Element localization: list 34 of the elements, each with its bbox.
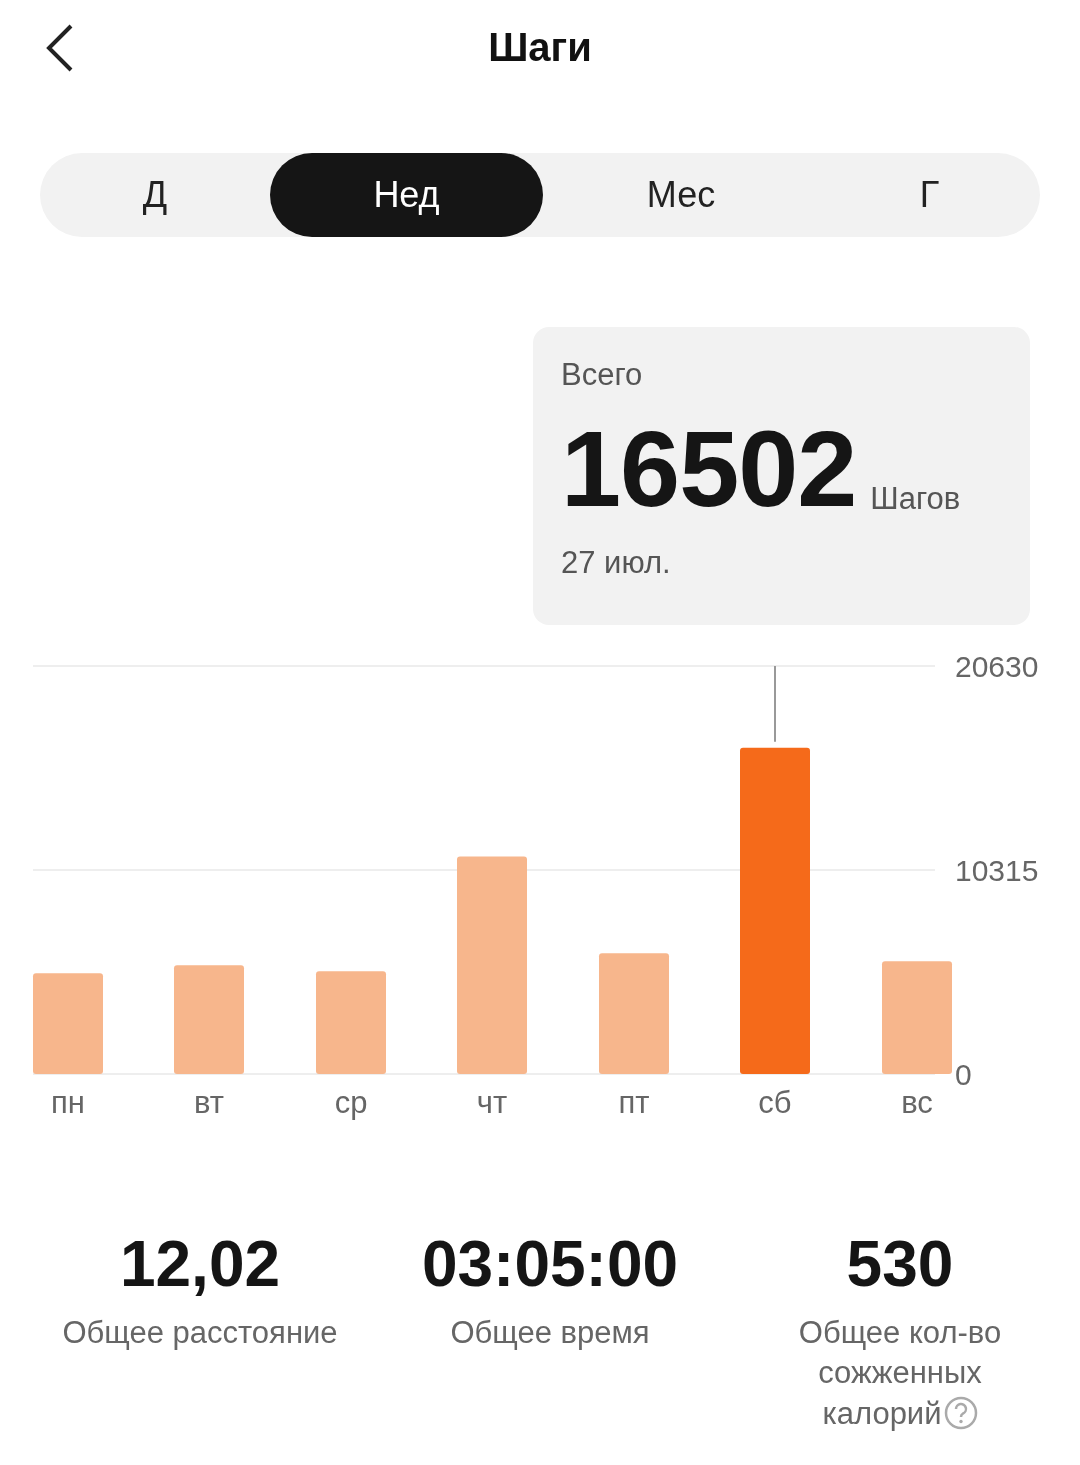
period-tab[interactable]: Г — [819, 153, 1040, 237]
summary-date: 27 июл. — [561, 545, 672, 581]
period-tab[interactable]: Д — [40, 153, 270, 237]
bar[interactable] — [599, 953, 669, 1074]
axis-label: 0 — [955, 1058, 972, 1091]
bar[interactable] — [457, 856, 527, 1074]
help-icon[interactable] — [943, 1395, 978, 1430]
bar[interactable] — [882, 961, 952, 1074]
back-icon — [45, 22, 75, 73]
stat-label: Общее расстояние — [62, 1314, 338, 1352]
stat-value: 12,02 — [119, 1227, 281, 1301]
bar[interactable] — [740, 747, 810, 1074]
bar[interactable] — [316, 971, 386, 1074]
day-label: чт — [476, 1085, 508, 1120]
day-label: пт — [618, 1085, 650, 1120]
day-label: вс — [901, 1085, 933, 1120]
period-tab[interactable]: Мес — [543, 153, 819, 237]
day-label: ср — [334, 1085, 368, 1120]
stat-label: Общее время — [450, 1314, 650, 1352]
day-label: вт — [194, 1085, 224, 1120]
axis-label: 10315 — [955, 854, 1039, 887]
summary-value: 16502 — [561, 415, 857, 523]
stat-label: Общее кол-во сожженных калорий — [797, 1314, 1003, 1433]
stat-value: 530 — [846, 1227, 954, 1301]
bar[interactable] — [174, 965, 244, 1074]
period-tab[interactable]: Нед — [270, 153, 543, 237]
stat-value: 03:05:00 — [421, 1227, 679, 1301]
axis-label: 20630 — [955, 650, 1039, 683]
day-label: сб — [758, 1085, 792, 1120]
summary-unit: Шагов — [870, 481, 961, 517]
bar[interactable] — [33, 973, 103, 1074]
day-label: пн — [51, 1085, 85, 1120]
summary-label: Всего — [561, 357, 644, 393]
page-title: Шаги — [487, 25, 593, 70]
